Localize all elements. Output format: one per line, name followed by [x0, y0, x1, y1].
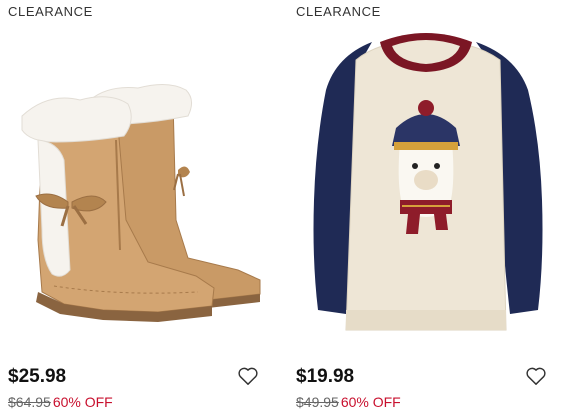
heart-outline-icon[interactable] — [525, 366, 547, 386]
price-details: $64.95 60% OFF — [8, 394, 113, 410]
sale-price: $25.98 — [8, 366, 67, 387]
clearance-badge: CLEARANCE — [8, 4, 93, 19]
product-card-boots[interactable]: CLEARANCE $25.98 $64.95 60% OFF — [8, 0, 278, 415]
discount-label: 60% OFF — [52, 394, 113, 410]
boot-front — [21, 96, 215, 322]
price-details: $49.95 60% OFF — [296, 394, 401, 410]
original-price: $49.95 — [296, 394, 339, 410]
product-card-sweatshirt[interactable]: CLEARANCE $19.98 $49.95 60% OFF — [296, 0, 562, 415]
clearance-badge: CLEARANCE — [296, 4, 381, 19]
product-image-sweatshirt[interactable] — [296, 30, 558, 350]
sale-price: $19.98 — [296, 366, 355, 387]
heart-outline-icon[interactable] — [237, 366, 259, 386]
product-image-boots[interactable] — [8, 30, 270, 350]
product-grid: CLEARANCE $25.98 $64.95 60% OFF CLEARANC… — [0, 0, 562, 415]
discount-label: 60% OFF — [340, 394, 401, 410]
original-price: $64.95 — [8, 394, 51, 410]
